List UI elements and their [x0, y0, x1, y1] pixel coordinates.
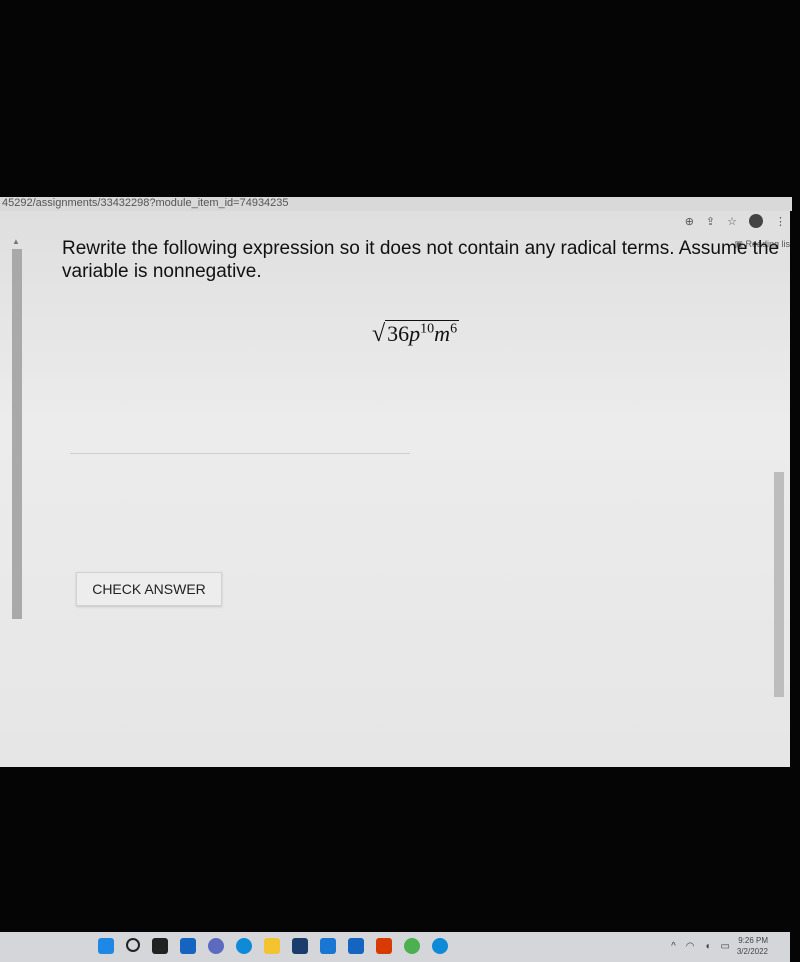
widgets-icon[interactable] [180, 938, 196, 954]
variable-p: p [409, 321, 421, 346]
chrome-icon[interactable] [404, 938, 420, 954]
exponent-m: 6 [450, 321, 458, 337]
exponent-p: 10 [420, 321, 435, 337]
radicand: 36p10m6 [385, 320, 460, 346]
wifi-icon[interactable]: ◠ [686, 941, 695, 952]
volume-icon[interactable]: ◖ [705, 941, 711, 952]
right-scrollbar[interactable] [774, 472, 784, 697]
left-scrollbar[interactable] [12, 249, 22, 619]
zoom-icon[interactable]: ⊕ [685, 215, 694, 228]
variable-m: m [434, 321, 451, 346]
taskbar: ^ ◠ ◖ ▭ 9:26 PM 3/2/2022 [0, 932, 790, 962]
question-text: Rewrite the following expression so it d… [62, 238, 780, 282]
scroll-up-icon[interactable]: ▲ [12, 237, 20, 246]
store-icon[interactable] [292, 938, 308, 954]
edge-icon[interactable] [236, 938, 252, 954]
browser-toolbar: ⊕ ⇪ ☆ ⋮ [685, 214, 786, 228]
file-explorer-icon[interactable] [264, 938, 280, 954]
edge-2-icon[interactable] [432, 938, 448, 954]
clock-time: 9:26 PM [738, 936, 768, 945]
app-s-icon[interactable] [348, 938, 364, 954]
search-icon[interactable] [126, 938, 140, 952]
browser-window: 45292/assignments/33432298?module_item_i… [0, 197, 792, 962]
radical-sign: √ [372, 321, 386, 347]
coefficient: 36 [387, 321, 410, 346]
check-answer-button[interactable]: CHECK ANSWER [76, 572, 222, 606]
address-bar[interactable]: 45292/assignments/33432298?module_item_i… [0, 197, 792, 211]
answer-input[interactable] [70, 453, 410, 454]
start-icon[interactable] [98, 938, 114, 954]
math-expression: √36p10m6 [372, 320, 460, 348]
teams-chat-icon[interactable] [208, 938, 224, 954]
clock[interactable]: 9:26 PM 3/2/2022 [737, 935, 768, 957]
taskbar-apps [98, 938, 448, 954]
battery-icon[interactable]: ▭ [721, 941, 730, 952]
office-icon[interactable] [376, 938, 392, 954]
star-icon[interactable]: ☆ [727, 215, 737, 228]
share-icon[interactable]: ⇪ [706, 215, 715, 228]
system-tray: ^ ◠ ◖ ▭ [671, 941, 730, 952]
chevron-up-icon[interactable]: ^ [671, 941, 676, 952]
clock-date: 3/2/2022 [736, 947, 768, 956]
task-view-icon[interactable] [152, 938, 168, 954]
mail-icon[interactable] [320, 938, 336, 954]
menu-icon[interactable]: ⋮ [775, 215, 786, 228]
profile-avatar[interactable] [749, 214, 763, 228]
